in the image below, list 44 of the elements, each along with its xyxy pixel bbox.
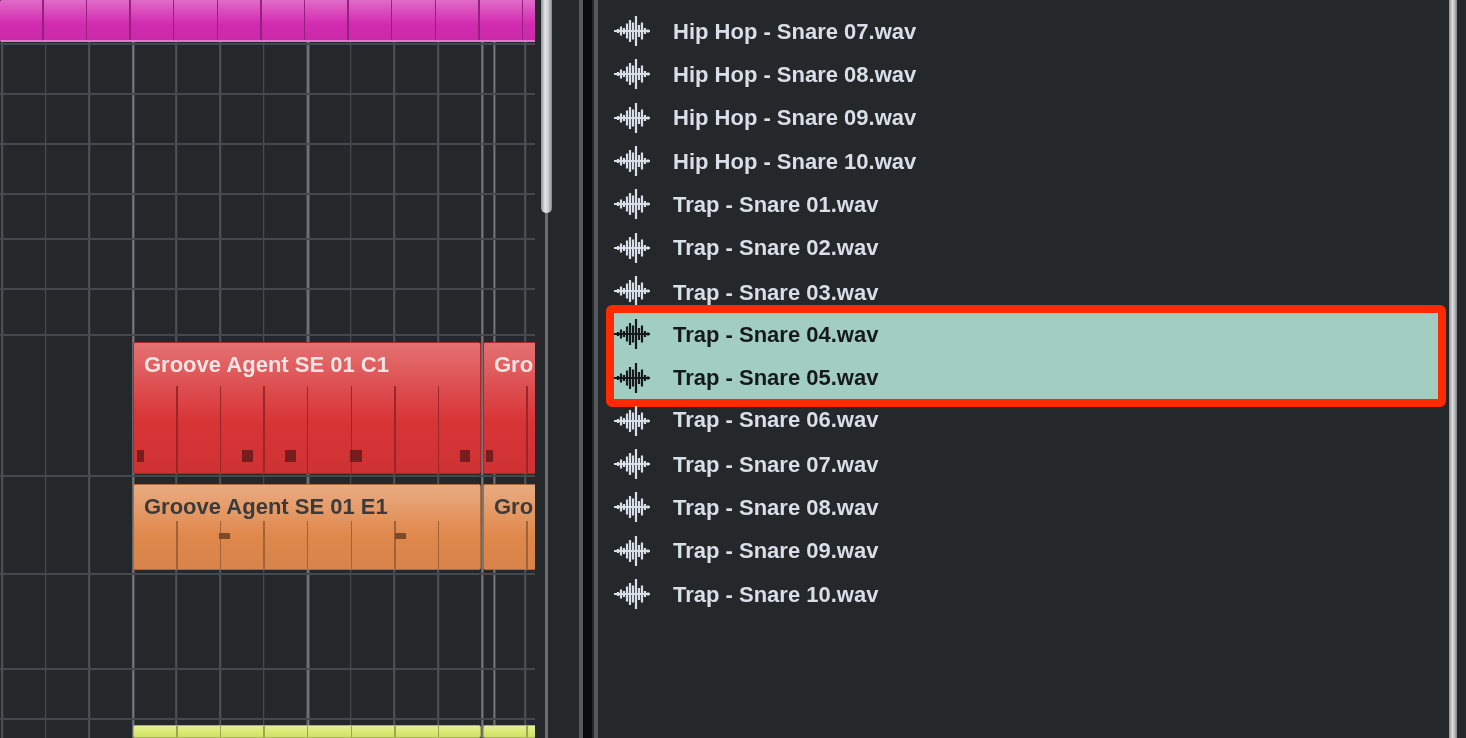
file-item[interactable]: Hip Hop - Snare 09.wav	[614, 96, 1437, 140]
panel-splitter[interactable]	[579, 0, 598, 738]
scrollbar-thumb[interactable]	[1449, 0, 1457, 738]
waveform-icon	[614, 579, 650, 609]
file-item[interactable]: Trap - Snare 04.wav	[614, 312, 1438, 356]
file-item[interactable]: Trap - Snare 10.wav	[614, 572, 1437, 616]
waveform-icon	[614, 232, 650, 263]
file-item[interactable]: Trap - Snare 05.wav	[614, 355, 1438, 400]
file-item[interactable]: Trap - Snare 06.wav	[614, 407, 1437, 443]
waveform-icon	[614, 319, 650, 350]
file-item[interactable]: Trap - Snare 07.wav	[614, 442, 1437, 486]
waveform-icon	[614, 189, 650, 220]
note-marker-icon	[137, 450, 144, 462]
waveform-icon	[614, 59, 650, 90]
file-item[interactable]: Trap - Snare 01.wav	[614, 182, 1437, 226]
file-item[interactable]: Hip Hop - Snare 08.wav	[614, 52, 1437, 97]
clip[interactable]	[483, 725, 535, 738]
waveform-icon	[614, 362, 650, 393]
waveform-icon	[614, 492, 650, 523]
note-marker-icon	[486, 450, 493, 462]
file-item[interactable]: Trap - Snare 03.wav	[614, 269, 1437, 305]
waveform-icon	[614, 146, 650, 177]
note-marker-icon	[460, 450, 470, 462]
note-marker-icon	[242, 450, 253, 462]
clip[interactable]	[0, 0, 535, 42]
waveform-icon	[614, 535, 650, 566]
waveform-icon	[614, 16, 650, 47]
note-marker-icon	[219, 533, 230, 539]
clip[interactable]: Gro	[483, 484, 535, 570]
waveform-icon	[614, 102, 650, 133]
file-item[interactable]: Hip Hop - Snare 07.wav	[614, 9, 1437, 53]
clip[interactable]	[133, 725, 481, 738]
scrollbar-thumb[interactable]	[541, 0, 552, 213]
waveform-icon	[614, 449, 650, 480]
waveform-icon	[614, 405, 650, 436]
note-marker-icon	[395, 533, 406, 539]
file-item[interactable]: Trap - Snare 02.wav	[614, 226, 1437, 270]
file-item[interactable]: Trap - Snare 09.wav	[614, 529, 1437, 573]
note-marker-icon	[350, 450, 362, 462]
clip[interactable]: Groove Agent SE 01 E1	[133, 484, 481, 570]
file-item[interactable]: Trap - Snare 08.wav	[614, 485, 1437, 530]
file-item[interactable]: Hip Hop - Snare 10.wav	[614, 139, 1437, 183]
waveform-icon	[614, 275, 650, 306]
note-marker-icon	[285, 450, 296, 462]
